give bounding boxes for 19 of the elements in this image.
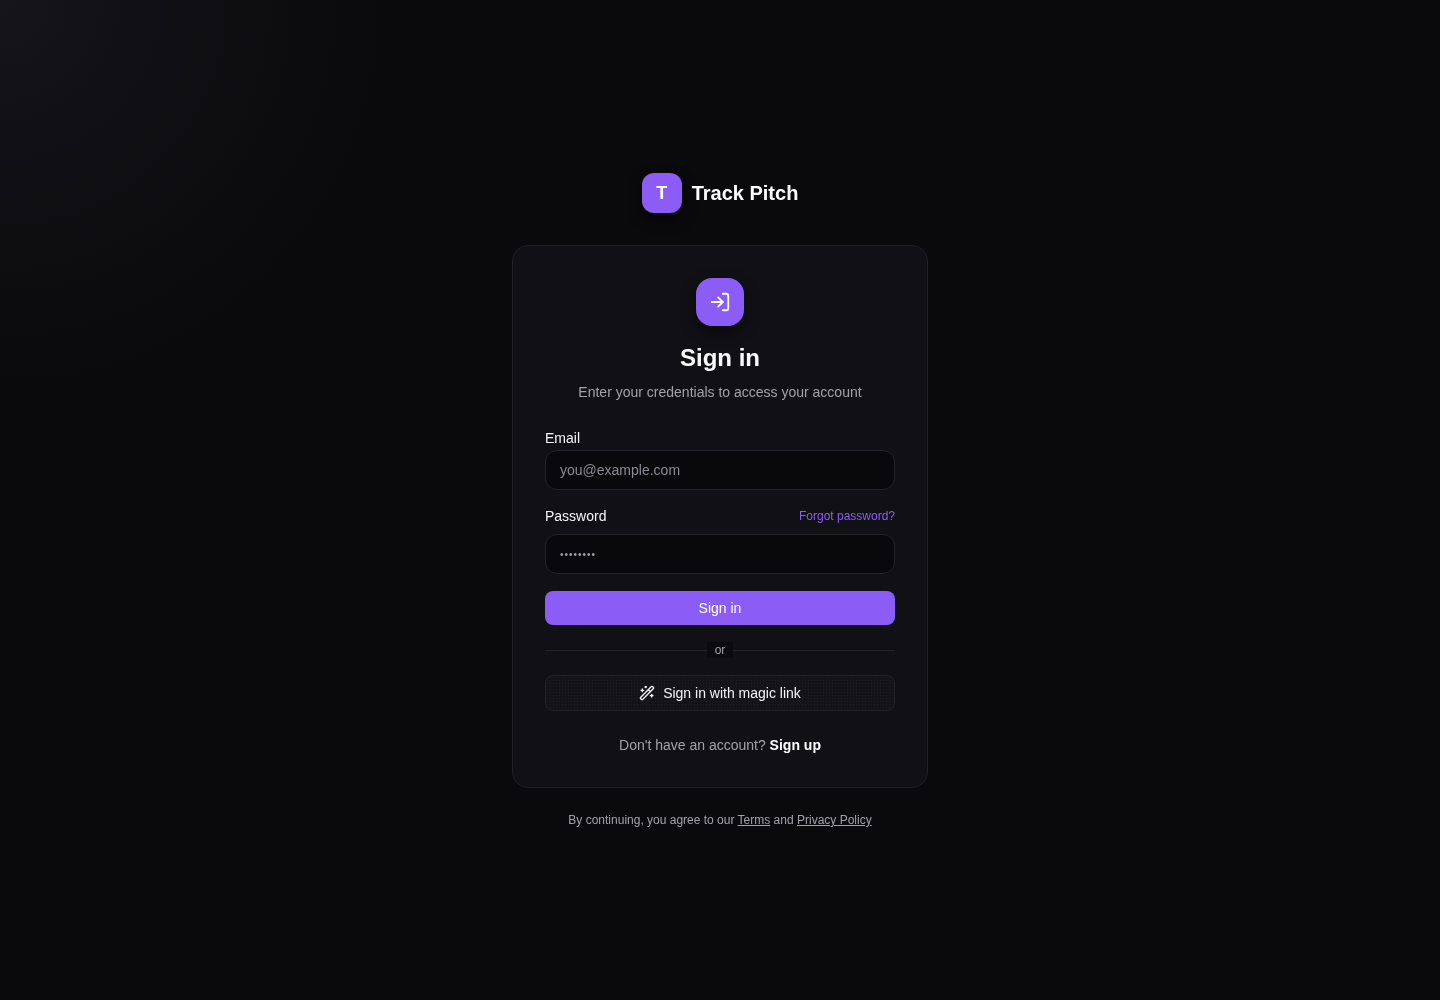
sign-up-link[interactable]: Sign up <box>769 737 821 753</box>
password-field[interactable]: •••••••• <box>545 534 895 574</box>
privacy-policy-link[interactable]: Privacy Policy <box>796 813 872 827</box>
card-subtitle: Enter your credentials to access your account <box>578 383 862 402</box>
forgot-password-link[interactable]: Forgot password? <box>798 508 895 524</box>
field-label: Email <box>545 429 580 448</box>
field-label: Password <box>545 507 607 526</box>
terms-notice: By continuing, you agree to our Terms and Privacy Policy <box>568 812 872 828</box>
sign-up-prompt: Don't have an account? Sign up <box>619 736 821 755</box>
card-title: Sign in <box>680 343 760 373</box>
terms-link[interactable]: Terms <box>737 813 771 827</box>
sign-in-button[interactable]: Sign in <box>545 591 895 625</box>
divider-label: or <box>706 642 734 658</box>
brand-name: Track Pitch <box>691 181 799 206</box>
magic-link-button[interactable]: Sign in with magic link <box>545 675 895 711</box>
logo-badge: T <box>641 173 682 213</box>
sign-in-icon <box>696 278 744 326</box>
email-field[interactable]: you@example.com <box>545 450 895 490</box>
magic-wand-icon <box>639 685 656 701</box>
